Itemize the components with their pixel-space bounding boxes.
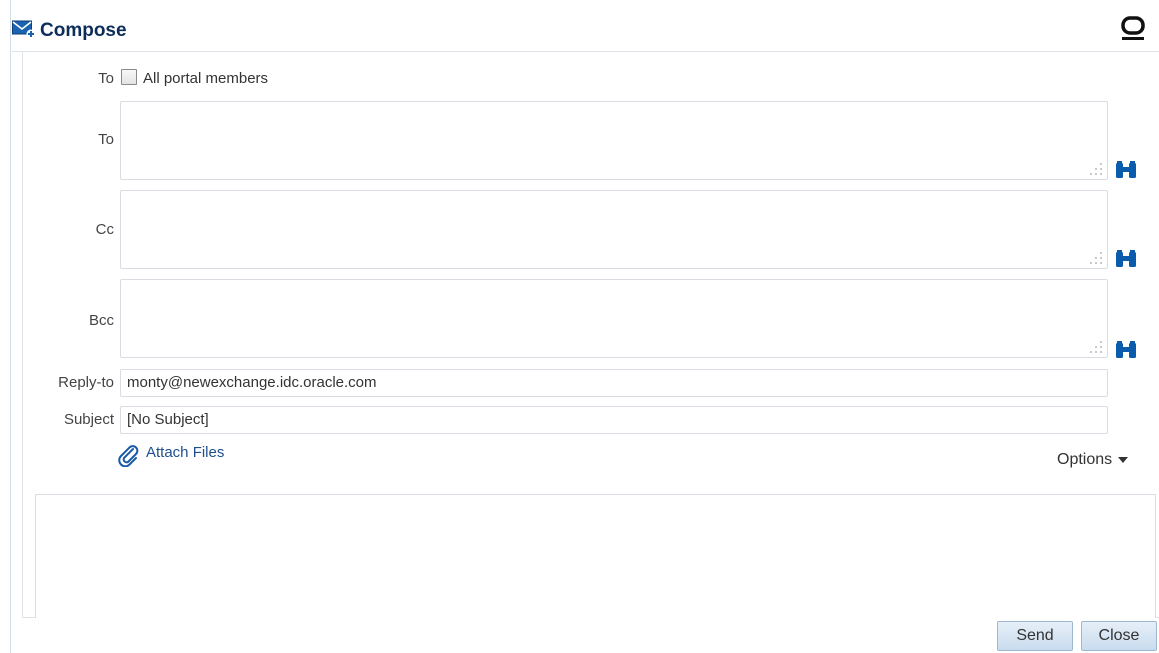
reply-to-label: Reply-to [58, 374, 114, 391]
page-title: Compose [40, 20, 127, 41]
all-portal-members-label: All portal members [143, 70, 269, 87]
to-checkbox-label: To [98, 70, 114, 87]
to-label: To [98, 131, 114, 148]
left-border [10, 0, 11, 653]
oracle-o-icon [1121, 16, 1145, 40]
compose-header: Compose [12, 16, 1159, 52]
close-button[interactable]: Close [1081, 621, 1157, 651]
attach-files-link[interactable]: Attach Files [146, 444, 224, 461]
to-field[interactable] [120, 101, 1108, 180]
subject-field[interactable]: [No Subject] [120, 406, 1108, 434]
resize-grip-icon [1090, 163, 1102, 175]
resize-grip-icon [1090, 341, 1102, 353]
subject-label: Subject [63, 411, 114, 428]
binoculars-icon[interactable] [1115, 340, 1137, 360]
cc-field[interactable] [120, 190, 1108, 269]
chevron-down-icon [1118, 456, 1129, 463]
cc-label: Cc [95, 221, 114, 238]
compose-mail-icon [12, 20, 36, 39]
send-button[interactable]: Send [997, 621, 1073, 651]
bcc-label: Bcc [88, 312, 114, 329]
reply-to-field[interactable]: monty@newexchange.idc.oracle.com [120, 369, 1108, 397]
bcc-field[interactable] [120, 279, 1108, 358]
binoculars-icon[interactable] [1115, 249, 1137, 269]
all-portal-members-checkbox[interactable] [121, 69, 137, 85]
message-body-editor[interactable] [35, 494, 1156, 618]
options-menu[interactable]: Options [1057, 451, 1129, 469]
resize-grip-icon [1090, 252, 1102, 264]
options-label: Options [1057, 451, 1113, 468]
paperclip-icon[interactable] [118, 445, 140, 467]
binoculars-icon[interactable] [1115, 160, 1137, 180]
